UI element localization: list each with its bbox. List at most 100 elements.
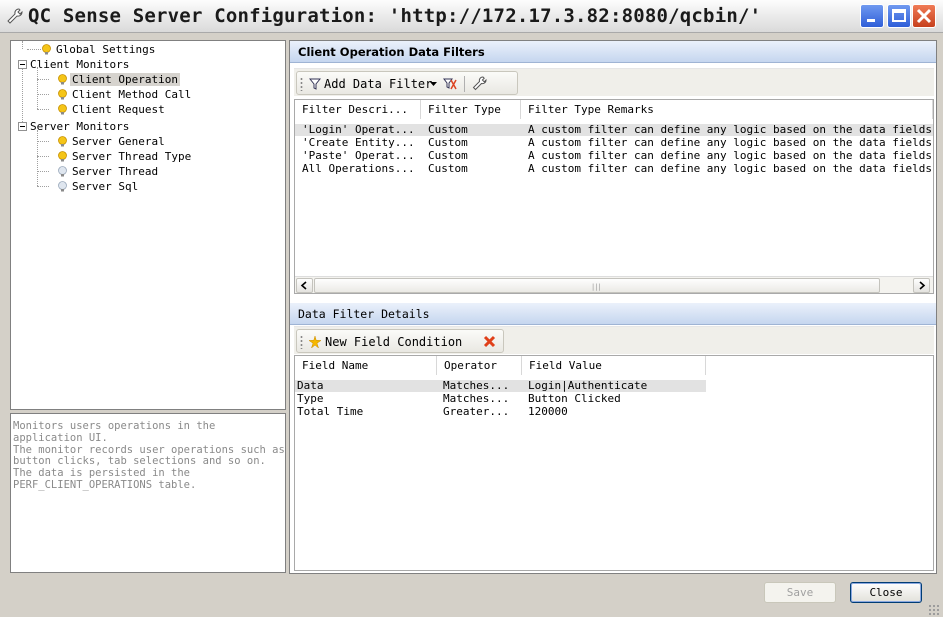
field-value-cell: Button Clicked	[528, 393, 621, 405]
filter-row[interactable]: 'Create Entity... Custom A custom filter…	[295, 137, 933, 149]
new-field-condition-label: New Field Condition	[325, 335, 463, 349]
tree-item-label: Global Settings	[56, 43, 156, 56]
tree-item-server-general[interactable]: Server General	[11, 135, 281, 148]
window-title: QC Sense Server Configuration: 'http://1…	[28, 5, 762, 27]
title-bar: QC Sense Server Configuration: 'http://1…	[0, 0, 943, 33]
operator-cell: Matches...	[443, 393, 510, 405]
collapse-icon[interactable]	[18, 60, 27, 69]
tree-item-label: Client Method Call	[72, 88, 192, 101]
thumb-grip-icon: |||	[591, 283, 602, 291]
column-header-filter-description[interactable]: Filter Descri...	[295, 100, 421, 119]
filter-description-cell: All Operations...	[302, 163, 415, 175]
column-header-field-value[interactable]: Field Value	[522, 356, 706, 375]
bulb-icon	[42, 44, 51, 55]
scrollbar-thumb[interactable]: |||	[314, 278, 880, 293]
chevron-down-icon	[430, 82, 437, 86]
toolbar-grip[interactable]	[300, 335, 303, 349]
filter-remarks-cell: A custom filter can define any logic bas…	[528, 137, 933, 149]
tree-item-client-method-call[interactable]: Client Method Call	[11, 88, 281, 101]
collapse-icon[interactable]	[18, 122, 27, 131]
filter-type-cell: Custom	[428, 137, 468, 149]
filters-toolbar-strip: Add Data Filter	[294, 68, 934, 96]
operator-cell: Greater...	[443, 406, 510, 418]
condition-row[interactable]: Total Time Greater... 120000	[295, 406, 706, 418]
bulb-icon	[58, 136, 67, 147]
column-header-filter-type[interactable]: Filter Type	[421, 100, 521, 119]
filter-description-cell: 'Paste' Operat...	[302, 150, 415, 162]
filter-remarks-cell: A custom filter can define any logic bas…	[528, 124, 933, 136]
minimize-icon	[867, 19, 875, 22]
tree-item-label: Client Operation	[70, 73, 180, 86]
column-header-field-name[interactable]: Field Name	[295, 356, 437, 375]
tree-item-label: Server Thread	[72, 165, 159, 178]
filter-description-cell: 'Create Entity...	[302, 137, 415, 149]
wrench-icon[interactable]	[472, 76, 487, 91]
bulb-icon	[58, 74, 67, 85]
details-toolbar: New Field Condition	[296, 329, 504, 353]
toolbar-separator	[464, 76, 465, 92]
funnel-icon	[309, 78, 321, 90]
filter-description-cell: 'Login' Operat...	[302, 124, 415, 136]
filters-list: Filter Descri... Filter Type Filter Type…	[294, 99, 934, 294]
field-value-cell: Login|Authenticate	[528, 380, 648, 392]
tree-item-label: Server Sql	[72, 180, 139, 193]
horizontal-scrollbar[interactable]: |||	[295, 276, 933, 293]
column-header-filter-type-remarks[interactable]: Filter Type Remarks	[521, 100, 933, 119]
tree-item-client-monitors[interactable]: Client Monitors	[11, 58, 281, 71]
tree-item-label: Server General	[72, 135, 165, 148]
filter-type-cell: Custom	[428, 124, 468, 136]
tree-item-server-monitors[interactable]: Server Monitors	[11, 120, 281, 133]
filter-row[interactable]: All Operations... Custom A custom filter…	[295, 163, 933, 175]
tree-item-label: Server Thread Type	[72, 150, 192, 163]
tree-item-global-settings[interactable]: Global Settings	[11, 43, 281, 56]
bulb-off-icon	[58, 181, 67, 192]
close-button[interactable]: Close	[850, 582, 922, 603]
add-data-filter-label: Add Data Filter	[324, 77, 433, 91]
filters-panel: Client Operation Data Filters Add Data F…	[289, 40, 937, 574]
resize-grip[interactable]	[928, 604, 940, 616]
filter-row[interactable]: 'Paste' Operat... Custom A custom filter…	[295, 150, 933, 162]
tree-item-label: Client Monitors	[30, 58, 130, 71]
tree-item-server-thread-type[interactable]: Server Thread Type	[11, 150, 281, 163]
minimize-button[interactable]	[860, 4, 884, 28]
scroll-right-button[interactable]	[913, 278, 930, 293]
tree-item-client-request[interactable]: Client Request	[11, 103, 281, 116]
filters-toolbar: Add Data Filter	[296, 71, 518, 95]
monitor-description: Monitors users operations in the applica…	[13, 420, 285, 491]
filter-remarks-cell: A custom filter can define any logic bas…	[528, 163, 933, 175]
star-icon	[309, 336, 321, 348]
remove-filter-icon[interactable]	[443, 77, 457, 91]
save-button[interactable]: Save	[764, 582, 836, 603]
field-value-cell: 120000	[528, 406, 568, 418]
column-header-operator[interactable]: Operator	[437, 356, 522, 375]
chevron-left-icon	[300, 281, 307, 290]
monitor-description-panel: Monitors users operations in the applica…	[10, 413, 286, 573]
filter-row[interactable]: 'Login' Operat... Custom A custom filter…	[295, 124, 933, 136]
tree-item-server-sql[interactable]: Server Sql	[11, 180, 281, 193]
operator-cell: Matches...	[443, 380, 510, 392]
tree-item-label: Client Request	[72, 103, 165, 116]
maximize-button[interactable]	[887, 4, 911, 28]
field-name-cell: Data	[297, 380, 324, 392]
monitor-tree: Global Settings Client Monitors Client O…	[10, 40, 286, 410]
filters-header: Client Operation Data Filters	[290, 41, 936, 63]
filter-remarks-cell: A custom filter can define any logic bas…	[528, 150, 933, 162]
filter-type-cell: Custom	[428, 163, 468, 175]
wrench-icon	[7, 8, 23, 24]
details-header: Data Filter Details	[290, 303, 936, 325]
toolbar-grip[interactable]	[300, 77, 303, 91]
tree-item-client-operation[interactable]: Client Operation	[11, 73, 281, 86]
maximize-icon	[892, 9, 906, 22]
condition-row[interactable]: Type Matches... Button Clicked	[295, 393, 706, 405]
delete-x-icon[interactable]	[483, 335, 496, 348]
field-name-cell: Total Time	[297, 406, 364, 418]
condition-row[interactable]: Data Matches... Login|Authenticate	[295, 380, 706, 392]
close-icon	[916, 8, 932, 24]
tree-item-server-thread[interactable]: Server Thread	[11, 165, 281, 178]
scroll-left-button[interactable]	[296, 278, 313, 293]
tree-item-label: Server Monitors	[30, 120, 130, 133]
close-window-button[interactable]	[912, 4, 936, 28]
chevron-right-icon	[919, 281, 926, 290]
field-name-cell: Type	[297, 393, 324, 405]
filter-type-cell: Custom	[428, 150, 468, 162]
